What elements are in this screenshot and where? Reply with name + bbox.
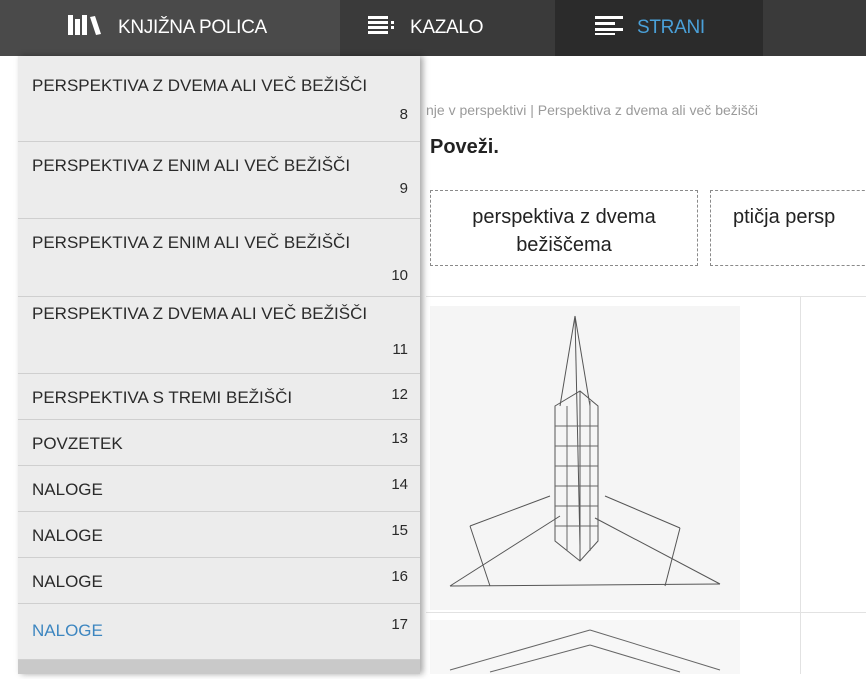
match-option[interactable]: ptičja persp — [710, 190, 866, 266]
topbar-filler — [763, 0, 866, 56]
page-menu-item-number: 13 — [391, 430, 408, 447]
page-menu-item[interactable]: POVZETEK 13 — [18, 420, 420, 466]
perspective-drawing-image — [430, 306, 740, 610]
pages-icon — [595, 15, 625, 41]
page-menu-item[interactable]: NALOGE 16 — [18, 558, 420, 604]
page-menu-item-number: 17 — [391, 616, 408, 633]
page-menu-item-title: POVZETEK — [32, 434, 123, 453]
bookshelf-label: KNJIŽNA POLICA — [118, 17, 267, 38]
toc-button[interactable]: KAZALO — [340, 0, 540, 56]
page-menu-item-title: PERSPEKTIVA Z DVEMA ALI VEČ BEŽIŠČI — [32, 76, 368, 95]
match-option[interactable]: perspektiva z dvema bežiščema — [430, 190, 698, 266]
breadcrumb: nje v perspektivi | Perspektiva z dvema … — [426, 102, 758, 118]
bookshelf-icon — [68, 15, 106, 41]
page-menu-item[interactable]: PERSPEKTIVA Z ENIM ALI VEČ BEŽIŠČI 10 — [18, 219, 420, 297]
page-menu-item-title: PERSPEKTIVA Z ENIM ALI VEČ BEŽIŠČI — [32, 233, 351, 252]
page-menu-item-number: 10 — [391, 267, 408, 284]
page-menu-item-number: 14 — [391, 476, 408, 493]
page-menu-item-number: 15 — [391, 522, 408, 539]
page-menu-item[interactable]: NALOGE 14 — [18, 466, 420, 512]
grid-line — [426, 612, 866, 613]
page-menu-item-title: NALOGE — [32, 621, 103, 640]
page-menu-item-title: NALOGE — [32, 480, 103, 499]
page-menu-item[interactable]: NALOGE 15 — [18, 512, 420, 558]
page-menu-item-title: NALOGE — [32, 572, 103, 591]
page-menu-item[interactable]: PERSPEKTIVA S TREMI BEŽIŠČI 12 — [18, 374, 420, 420]
top-navigation-bar: KNJIŽNA POLICA KAZALO STRANI — [0, 0, 866, 56]
pages-button[interactable]: STRANI — [555, 0, 763, 56]
toc-list-icon — [368, 15, 398, 41]
perspective-drawing-image — [430, 620, 740, 674]
page-menu-item-title: NALOGE — [32, 526, 103, 545]
page-menu-item[interactable]: PERSPEKTIVA Z ENIM ALI VEČ BEŽIŠČI 9 — [18, 142, 420, 219]
page-menu-item-title: PERSPEKTIVA Z DVEMA ALI VEČ BEŽIŠČI — [32, 304, 368, 323]
page-menu-item-title: PERSPEKTIVA Z ENIM ALI VEČ BEŽIŠČI — [32, 156, 351, 175]
page-menu-item-number: 8 — [399, 106, 408, 123]
grid-line — [800, 296, 801, 674]
page-menu-item-number: 11 — [392, 341, 408, 358]
pages-dropdown-menu: PERSPEKTIVA Z DVEMA ALI VEČ BEŽIŠČI 8 PERS… — [18, 56, 420, 674]
page-menu-item-number: 9 — [399, 180, 408, 197]
page-menu-item[interactable]: PERSPEKTIVA Z DVEMA ALI VEČ BEŽIŠČI 11 — [18, 297, 420, 374]
dropdown-footer — [18, 660, 420, 674]
exercise-prompt: Poveži. — [430, 136, 499, 158]
pages-label: STRANI — [637, 17, 705, 38]
bookshelf-button[interactable]: KNJIŽNA POLICA — [0, 0, 340, 56]
page-menu-item-number: 12 — [391, 386, 408, 403]
page-menu-item[interactable]: PERSPEKTIVA Z DVEMA ALI VEČ BEŽIŠČI 8 — [18, 56, 420, 142]
toc-label: KAZALO — [410, 17, 484, 38]
page-menu-item-number: 16 — [391, 568, 408, 585]
page-menu-item-title: PERSPEKTIVA S TREMI BEŽIŠČI — [32, 388, 293, 407]
page-menu-item[interactable]: NALOGE 17 — [18, 604, 420, 660]
